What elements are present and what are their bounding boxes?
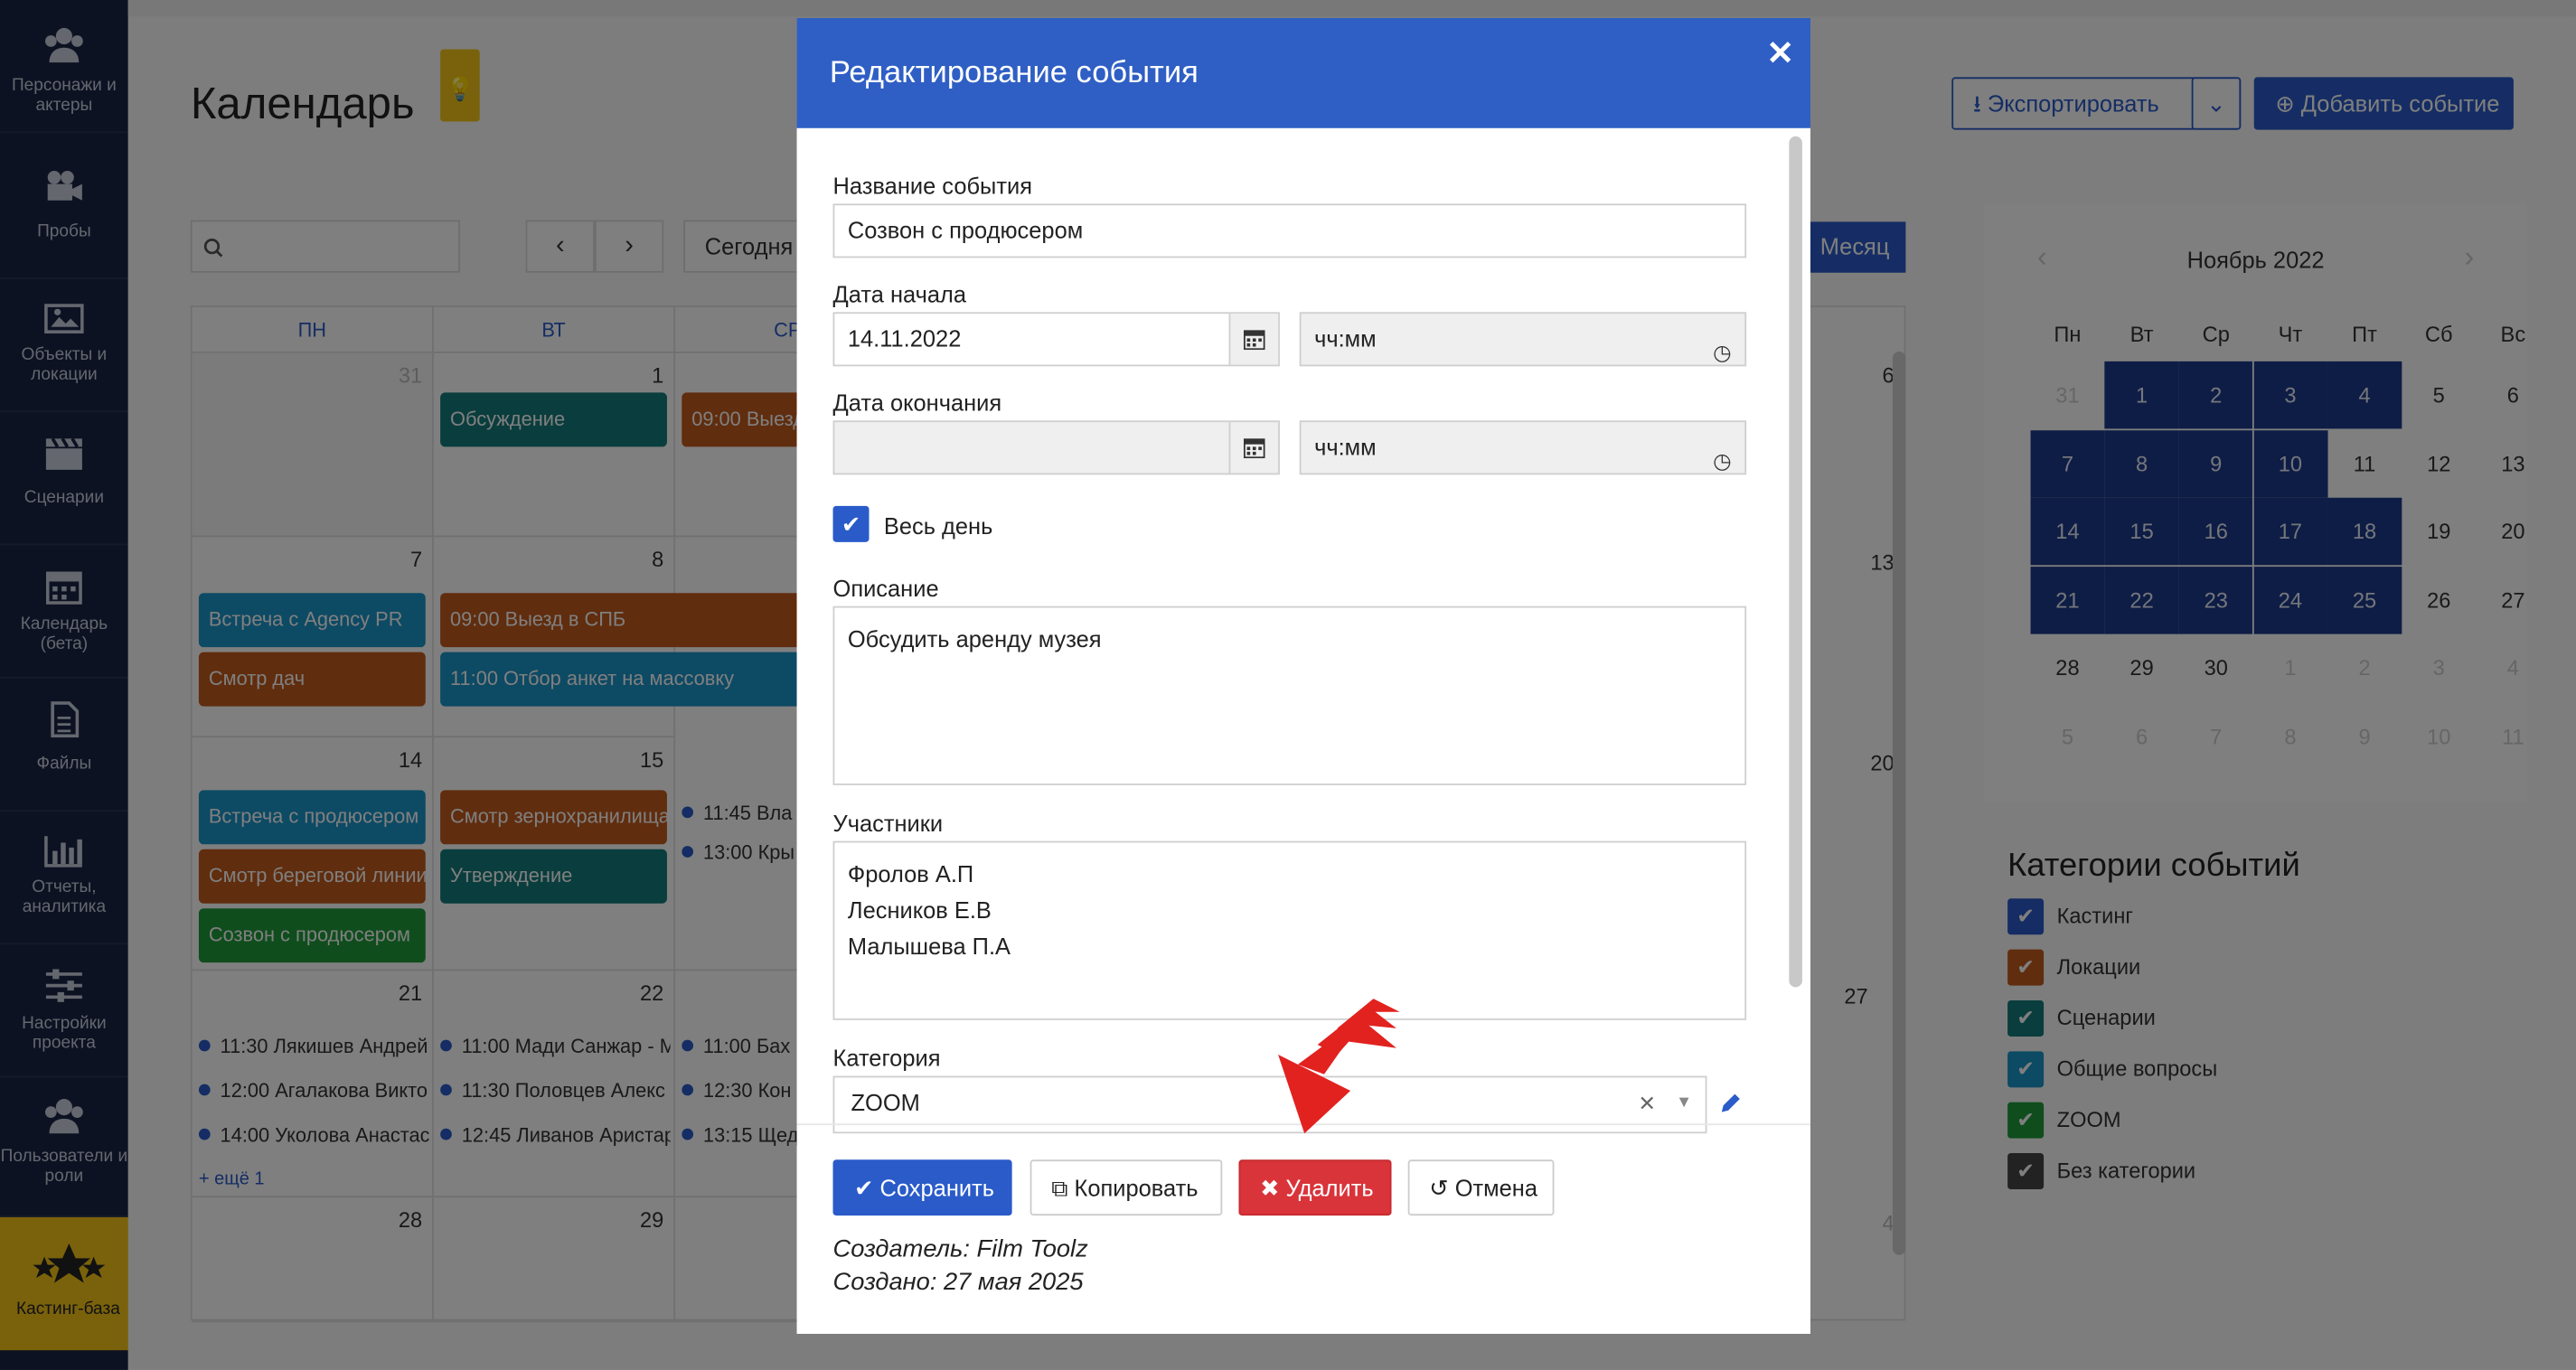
start-time-field[interactable]: чч:мм ◷ xyxy=(1299,312,1747,367)
clock-icon: ◷ xyxy=(1713,340,1732,365)
cancel-button[interactable]: ↺ Отмена xyxy=(1407,1159,1555,1216)
creator-text: Создатель: Film Toolz xyxy=(832,1234,1088,1263)
close-icon: ✖ xyxy=(1260,1174,1286,1201)
save-button[interactable]: ✔ Сохранить xyxy=(832,1159,1012,1216)
allday-checkbox[interactable]: ✔ xyxy=(832,505,870,542)
description-label: Описание xyxy=(832,575,939,602)
created-text: Создано: 27 мая 2025 xyxy=(832,1268,1084,1297)
delete-button[interactable]: ✖ Удалить xyxy=(1238,1159,1392,1216)
annotation-arrow-icon xyxy=(1278,999,1400,1134)
participant: Фролов А.П xyxy=(847,860,974,887)
calendar-icon[interactable] xyxy=(1228,314,1279,365)
end-date-field[interactable] xyxy=(832,420,1280,475)
category-label: Категория xyxy=(832,1045,941,1072)
event-name-field[interactable]: Созвон с продюсером xyxy=(832,203,1747,258)
edit-pencil-icon[interactable] xyxy=(1718,1093,1741,1115)
event-name-label: Название события xyxy=(832,172,1032,199)
end-date-label: Дата окончания xyxy=(832,389,1002,416)
dialog-title: Редактирование события xyxy=(829,55,1199,90)
start-date-label: Дата начала xyxy=(832,280,967,307)
participants-textarea[interactable]: Фролов А.П Лесников Е.В Малышева П.А xyxy=(832,840,1747,1020)
dialog-header: Редактирование события ✕ xyxy=(796,17,1810,128)
participant: Малышева П.А xyxy=(847,933,1011,960)
end-time-field[interactable]: чч:мм ◷ xyxy=(1299,420,1747,475)
description-textarea[interactable]: Обсудить аренду музея xyxy=(832,605,1747,785)
allday-label: Весь день xyxy=(883,512,993,540)
participants-label: Участники xyxy=(832,810,944,837)
check-icon: ✔ xyxy=(854,1174,880,1201)
calendar-icon[interactable] xyxy=(1228,422,1279,474)
participant: Лесников Е.В xyxy=(847,896,992,924)
copy-button[interactable]: ⧉ Копировать xyxy=(1029,1159,1223,1216)
check-icon: ✔ xyxy=(841,511,861,538)
dialog-scrollbar[interactable] xyxy=(1789,136,1802,988)
clock-icon: ◷ xyxy=(1713,448,1732,474)
close-icon[interactable]: ✕ xyxy=(1766,33,1793,73)
caret-down-icon[interactable]: ▼ xyxy=(1676,1077,1692,1128)
copy-icon: ⧉ xyxy=(1051,1174,1075,1201)
start-date-field[interactable]: 14.11.2022 xyxy=(832,312,1280,367)
clear-icon[interactable]: ✕ xyxy=(1638,1077,1656,1128)
undo-icon: ↺ xyxy=(1429,1174,1455,1201)
